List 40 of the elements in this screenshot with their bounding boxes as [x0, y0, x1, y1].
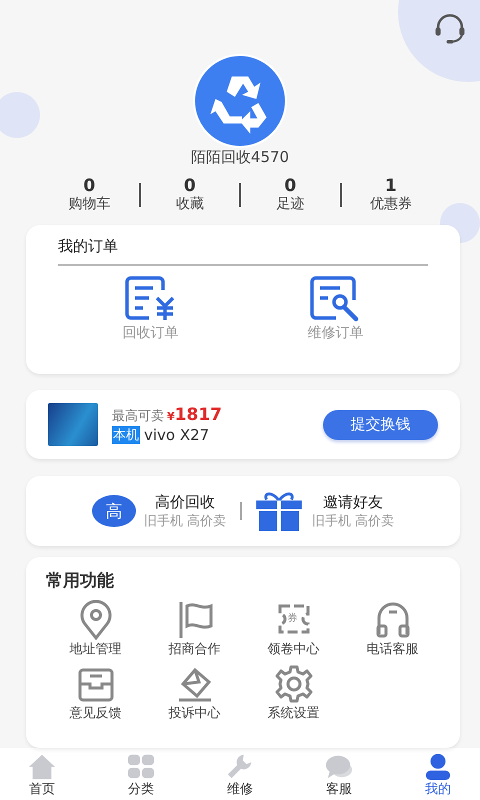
person-icon: [423, 752, 453, 780]
phone-photo-placeholder: [48, 403, 98, 446]
promo-subtitle: 旧手机 高价卖: [312, 512, 394, 530]
function-link[interactable]: 投诉中心: [145, 664, 244, 722]
function-link[interactable]: 系统设置: [244, 664, 343, 722]
gift-icon: [254, 491, 304, 532]
nav-tab[interactable]: 我的: [408, 748, 468, 798]
recycle-logo-icon: [193, 54, 287, 148]
nav-tab[interactable]: 维修: [210, 748, 270, 798]
section-title: 常用功能: [46, 570, 115, 592]
grid-icon: [126, 752, 156, 780]
stat-item[interactable]: 0 购物车: [40, 177, 138, 213]
function-link[interactable]: 招商合作: [145, 600, 244, 658]
section-title: 我的订单: [58, 225, 428, 266]
badge-icon: 高: [92, 495, 136, 528]
stat-item[interactable]: 0 收藏: [140, 177, 239, 213]
function-link[interactable]: 地址管理: [46, 600, 145, 658]
coupon-icon-label: 券: [288, 612, 298, 626]
nav-tab[interactable]: 分类: [111, 748, 171, 798]
promo-title: 高价回收: [154, 492, 215, 512]
settings-icon: [274, 664, 314, 704]
promo-title: 邀请好友: [323, 492, 384, 512]
function-link[interactable]: 券 领卷中心: [244, 600, 343, 658]
submit-button[interactable]: 提交换钱: [323, 410, 438, 440]
username: 陌陌回收4570: [190, 148, 290, 167]
function-link[interactable]: 电话客服: [343, 600, 442, 658]
stat-item[interactable]: 1 优惠券: [342, 177, 440, 213]
price-value: ¥1817: [167, 405, 222, 426]
device-model: vivo X27: [144, 426, 210, 444]
function-link[interactable]: 意见反馈: [46, 664, 145, 722]
nav-tab[interactable]: 客服: [309, 748, 369, 798]
promo-link[interactable]: 高 高价回收 旧手机 高价卖: [92, 492, 226, 530]
promo-link[interactable]: 邀请好友 旧手机 高价卖: [254, 491, 394, 532]
promo-subtitle: 旧手机 高价卖: [144, 512, 226, 530]
device-tag: 本机: [112, 426, 140, 444]
nav-tab[interactable]: 首页: [12, 748, 72, 798]
stat-item[interactable]: 0 足迹: [241, 177, 340, 213]
home-icon: [27, 752, 57, 780]
receipt-yen-icon: [124, 276, 176, 322]
price-caption: 最高可卖: [112, 408, 164, 426]
